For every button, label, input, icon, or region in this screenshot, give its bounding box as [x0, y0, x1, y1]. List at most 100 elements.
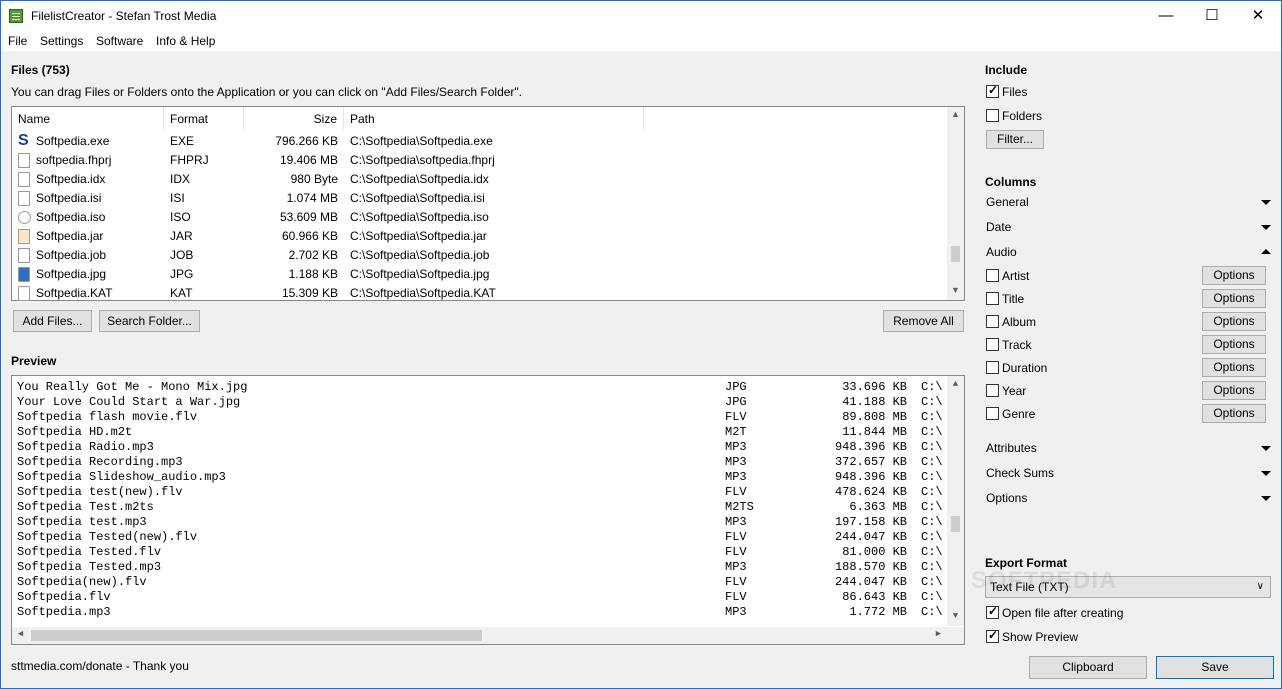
expand-attributes-icon[interactable] [1261, 446, 1271, 451]
remove-all-button[interactable]: Remove All [883, 310, 964, 332]
document-icon [18, 191, 30, 206]
show-preview-checkbox[interactable] [986, 628, 999, 643]
file-row[interactable]: softpedia.fhprj FHPRJ C:\Softpedia\softped… [12, 151, 942, 170]
scroll-thumb[interactable] [31, 630, 482, 641]
column-header-name[interactable]: Name [12, 107, 164, 131]
menu-settings[interactable]: Settings [40, 34, 83, 48]
column-header-path[interactable]: Path [344, 107, 644, 131]
java-icon [18, 229, 30, 244]
preview-name: Softpedia Radio.mp3 [17, 440, 154, 454]
preview-format: MP3 [725, 605, 747, 619]
include-folders-checkbox[interactable] [986, 109, 999, 122]
preview-size: 197.158 KB [834, 515, 907, 529]
artist-options-button[interactable]: Options [1202, 266, 1266, 285]
file-row[interactable]: Softpedia.jar JAR C:\Softpedia\Softpedia.j… [12, 227, 942, 246]
preview-line: Softpedia Test.m2ts M2TS C:\ 6.363 MB [17, 500, 947, 515]
general-section[interactable]: General [986, 195, 1029, 209]
open-after-checkbox[interactable] [986, 604, 999, 619]
file-format: JPG [170, 267, 194, 281]
preview-line: Softpedia flash movie.flv FLV C:\ 89.808 MB [17, 410, 947, 425]
save-button[interactable]: Save [1156, 656, 1274, 679]
file-row[interactable]: Softpedia.isi ISI C:\Softpedia\Softpedia.i… [12, 189, 942, 208]
preview-vscrollbar[interactable]: ▲ ▼ [947, 376, 964, 626]
menu-software[interactable]: Software [96, 34, 143, 48]
scroll-down-arrow-icon[interactable]: ▼ [947, 285, 964, 295]
menu-info-help[interactable]: Info & Help [156, 34, 215, 48]
search-folder-button[interactable]: Search Folder... [99, 310, 200, 332]
scroll-up-arrow-icon[interactable]: ▲ [947, 109, 964, 119]
file-row[interactable]: Softpedia.idx IDX C:\Softpedia\Softpedia.i… [12, 170, 942, 189]
file-size: 60.966 KB [281, 229, 338, 243]
add-files-button[interactable]: Add Files... [13, 310, 92, 332]
column-header-format[interactable]: Format [164, 107, 244, 131]
options-section[interactable]: Options [986, 491, 1027, 505]
preview-size: 89.808 MB [842, 410, 907, 424]
genre-options-button[interactable]: Options [1202, 404, 1266, 423]
preview-format: JPG [725, 380, 747, 394]
file-row[interactable]: Softpedia.KAT KAT C:\Softpedia\Softpedia.K… [12, 284, 942, 303]
preview-hscrollbar[interactable]: ◀ ▶ [12, 627, 964, 644]
expand-check-sums-icon[interactable] [1261, 471, 1271, 476]
track-checkbox[interactable] [986, 338, 999, 351]
album-checkbox[interactable] [986, 315, 999, 328]
filter-button[interactable]: Filter... [986, 130, 1044, 149]
preview-format: MP3 [725, 560, 747, 574]
file-size: 1.074 MB [286, 191, 338, 205]
scroll-left-arrow-icon[interactable]: ◀ [12, 629, 29, 639]
scroll-up-arrow-icon[interactable]: ▲ [947, 379, 964, 389]
scroll-thumb[interactable] [951, 516, 960, 532]
file-format: JOB [170, 248, 194, 262]
file-row[interactable]: Softpedia.jpg JPG C:\Softpedia\Softpedia.j… [12, 265, 942, 284]
expand-options-icon[interactable] [1261, 496, 1271, 501]
expand-general-icon[interactable] [1261, 200, 1271, 205]
preview-size: 948.396 KB [834, 440, 907, 454]
scroll-down-arrow-icon[interactable]: ▼ [947, 611, 964, 621]
close-button[interactable]: ✕ [1235, 1, 1281, 31]
year-checkbox[interactable] [986, 384, 999, 397]
preview-name: Your Love Could Start a War.jpg [17, 395, 241, 409]
show-preview-label: Show Preview [1002, 630, 1079, 644]
preview-format: MP3 [725, 515, 747, 529]
title-checkbox[interactable] [986, 292, 999, 305]
check-sums-section[interactable]: Check Sums [986, 466, 1054, 480]
preview-format: MP3 [725, 455, 747, 469]
album-options-button[interactable]: Options [1202, 312, 1266, 331]
image-icon [18, 267, 30, 282]
maximize-button[interactable]: ☐ [1189, 1, 1235, 31]
status-text[interactable]: sttmedia.com/donate - Thank you [11, 659, 189, 673]
preview-format: FLV [725, 590, 747, 604]
year-options-button[interactable]: Options [1202, 381, 1266, 400]
file-list-scrollbar[interactable]: ▲ ▼ [947, 107, 964, 300]
files-heading: Files (753) [11, 63, 70, 77]
genre-checkbox[interactable] [986, 407, 999, 420]
file-path: C:\Softpedia\Softpedia.iso [350, 210, 489, 224]
file-row[interactable]: Softpedia.iso ISO C:\Softpedia\Softpedia.i… [12, 208, 942, 227]
document-icon [18, 286, 30, 301]
file-path: C:\Softpedia\Softpedia.isi [350, 191, 485, 205]
scroll-thumb[interactable] [951, 246, 960, 262]
track-options-button[interactable]: Options [1202, 335, 1266, 354]
menu-file[interactable]: File [8, 34, 27, 48]
preview-text[interactable]: You Really Got Me - Mono Mix.jpg JPG C:\ 33… [11, 375, 965, 645]
file-path: C:\Softpedia\Softpedia.jpg [350, 267, 490, 281]
file-name: Softpedia.isi [36, 191, 102, 205]
artist-checkbox[interactable] [986, 269, 999, 282]
file-list[interactable]: Name Format Size Path S Softpedia.exe EXE C… [11, 106, 965, 301]
file-row[interactable]: S Softpedia.exe EXE C:\Softpedia\Softpedia.… [12, 132, 942, 151]
expand-date-icon[interactable] [1261, 225, 1271, 230]
scroll-right-arrow-icon[interactable]: ▶ [930, 629, 947, 639]
include-files-checkbox[interactable] [986, 83, 999, 98]
column-header-size[interactable]: Size [244, 107, 344, 131]
clipboard-button[interactable]: Clipboard [1029, 656, 1147, 679]
duration-label: Duration [1002, 361, 1048, 375]
file-row[interactable]: Softpedia.job JOB C:\Softpedia\Softpedia.j… [12, 246, 942, 265]
minimize-button[interactable]: — [1143, 1, 1189, 31]
audio-section[interactable]: Audio [986, 245, 1017, 259]
preview-line: Softpedia Tested(new).flv FLV C:\ 244.047 K… [17, 530, 947, 545]
duration-checkbox[interactable] [986, 361, 999, 374]
date-section[interactable]: Date [986, 220, 1011, 234]
title-options-button[interactable]: Options [1202, 289, 1266, 308]
attributes-section[interactable]: Attributes [986, 441, 1037, 455]
duration-options-button[interactable]: Options [1202, 358, 1266, 377]
collapse-audio-icon[interactable] [1261, 249, 1271, 254]
